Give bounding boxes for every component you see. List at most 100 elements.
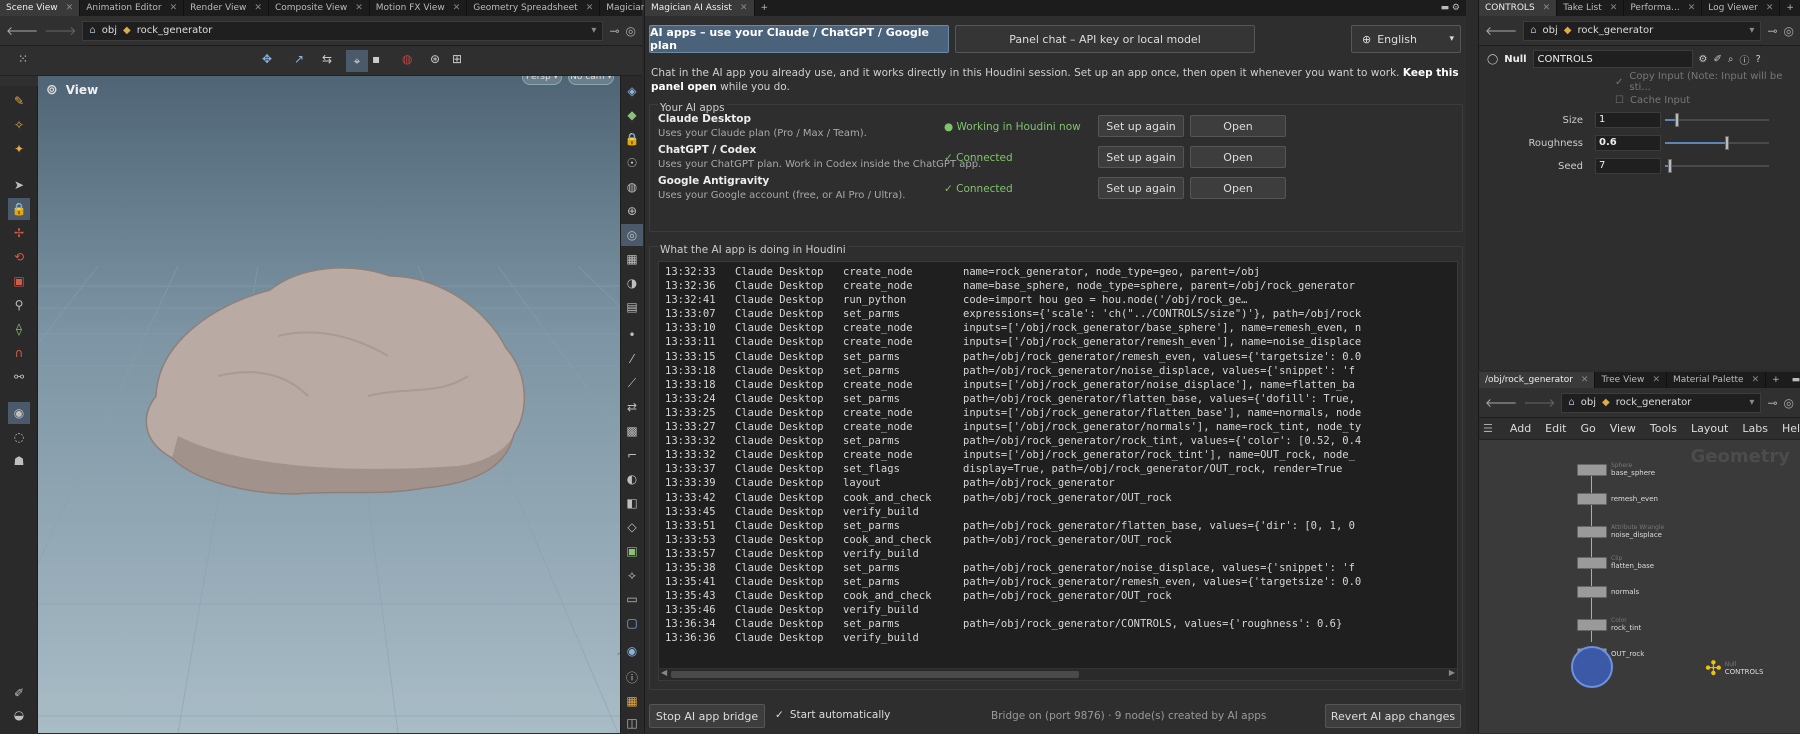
close-icon[interactable]: ✕ xyxy=(170,3,178,13)
language-select[interactable]: ⊕ English ▾ xyxy=(1351,25,1461,53)
param-tab-2[interactable]: Performa...✕ xyxy=(1624,0,1702,16)
seed-field[interactable]: 7 xyxy=(1595,158,1661,174)
close-icon[interactable]: ✕ xyxy=(355,3,363,13)
auto-start-checkbox[interactable]: ✓ Start automatically xyxy=(775,709,890,721)
back-icon[interactable]: 🡐 xyxy=(1485,23,1517,38)
roughness-field[interactable]: 0.6 xyxy=(1595,135,1661,151)
back-icon[interactable]: 🡐 xyxy=(6,23,38,38)
open-button[interactable]: Open xyxy=(1190,115,1286,137)
select-icon[interactable]: ✥ xyxy=(262,52,272,66)
display-icon-2[interactable]: ◆ xyxy=(621,104,643,126)
network-node[interactable]: remesh_even xyxy=(1577,493,1658,505)
scene-tab-0[interactable]: Scene View✕ xyxy=(0,0,80,16)
close-icon[interactable]: ✕ xyxy=(1610,3,1618,13)
handle-tool-icon[interactable]: ⟠ xyxy=(8,318,30,340)
scroll-left-icon[interactable]: ◀ xyxy=(661,668,667,677)
slider-handle[interactable] xyxy=(1725,136,1729,150)
scale-tool-icon[interactable]: ▣ xyxy=(8,270,30,292)
shelf-icon-1[interactable]: ✎ xyxy=(8,90,30,112)
info-icon[interactable]: ⓘ xyxy=(621,666,643,688)
forward-icon[interactable]: 🡒 xyxy=(1523,395,1555,410)
close-icon[interactable]: ✕ xyxy=(1752,375,1760,385)
network-canvas[interactable]: Geometry Sphere base_sphere remesh_even … xyxy=(1479,440,1800,733)
roughness-slider[interactable] xyxy=(1665,135,1769,151)
seed-slider[interactable] xyxy=(1665,158,1769,174)
move-tool-icon[interactable]: ✢ xyxy=(8,222,30,244)
search-icon[interactable]: ⌕ xyxy=(1728,54,1734,65)
camera-icon[interactable]: ⊛ xyxy=(430,52,440,66)
display-icon-24[interactable]: ◉ xyxy=(621,640,643,662)
params-path[interactable]: ⌂ obj ◆ rock_generator ▾ xyxy=(1523,21,1761,41)
render-tool-icon[interactable]: ☗ xyxy=(8,450,30,472)
scene-tab-2[interactable]: Render View✕ xyxy=(184,0,269,16)
display-icon-13[interactable]: ⟋ xyxy=(621,372,643,394)
network-menu-go[interactable]: Go xyxy=(1573,422,1602,435)
close-icon[interactable]: ✕ xyxy=(586,3,594,13)
node-name-field[interactable]: CONTROLS xyxy=(1533,50,1693,68)
network-tab-1[interactable]: Tree View✕ xyxy=(1595,372,1667,388)
magnet-tool-icon[interactable]: ∩ xyxy=(8,342,30,364)
param-tab-1[interactable]: Take List✕ xyxy=(1557,0,1624,16)
back-icon[interactable]: 🡐 xyxy=(1485,395,1517,410)
light-icon[interactable]: ⊞ xyxy=(452,52,462,66)
setup-again-button[interactable]: Set up again xyxy=(1098,115,1184,137)
scroll-right-icon[interactable]: ▶ xyxy=(1449,668,1455,677)
link-icon[interactable]: ◎ xyxy=(1784,24,1794,38)
add-tab-button[interactable]: + xyxy=(755,0,775,16)
pane-menu-icon[interactable]: ▬ ⚙ xyxy=(1435,0,1466,16)
log-hscrollbar[interactable]: ◀ ▶ xyxy=(659,668,1457,680)
forward-icon[interactable]: 🡒 xyxy=(44,23,76,38)
log-view[interactable]: 13:32:33Claude Desktopcreate_nodename=ro… xyxy=(658,261,1458,681)
close-icon[interactable]: ✕ xyxy=(740,3,748,13)
network-menu-labs[interactable]: Labs xyxy=(1735,422,1775,435)
controls-node[interactable]: ✣ Null CONTROLS xyxy=(1705,658,1763,678)
viewport[interactable]: ⊚ View Persp ▾ No cam ▾ 2 ⊥ xyxy=(38,76,620,733)
network-menu-view[interactable]: View xyxy=(1603,422,1643,435)
display-icon-16[interactable]: ⌐ xyxy=(621,444,643,466)
lock-tool-icon[interactable]: 🔒 xyxy=(8,198,30,220)
scene-tab-3[interactable]: Composite View✕ xyxy=(269,0,370,16)
network-tab-0[interactable]: /obj/rock_generator✕ xyxy=(1479,372,1595,388)
display-icon-4[interactable]: ☉ xyxy=(621,152,643,174)
size-slider[interactable] xyxy=(1665,112,1769,128)
scene-tab-1[interactable]: Animation Editor✕ xyxy=(80,0,184,16)
network-node[interactable]: Clip flatten_base xyxy=(1577,555,1654,570)
snap-icon[interactable]: ⌖ xyxy=(346,50,368,72)
tab-ai-apps[interactable]: AI apps – use your Claude / ChatGPT / Go… xyxy=(649,25,949,53)
network-menu-layout[interactable]: Layout xyxy=(1684,422,1735,435)
display-icon-18[interactable]: ◧ xyxy=(621,492,643,514)
path-dropdown-icon[interactable]: ▾ xyxy=(591,25,596,36)
stop-bridge-button[interactable]: Stop AI app bridge xyxy=(649,704,765,728)
scene-tab-5[interactable]: Geometry Spreadsheet✕ xyxy=(467,0,600,16)
setup-again-button[interactable]: Set up again xyxy=(1098,146,1184,168)
display-icon-21[interactable]: ⟡ xyxy=(621,564,643,586)
display-icon-15[interactable]: ▩ xyxy=(621,420,643,442)
record-icon[interactable]: ◍ xyxy=(402,52,412,66)
network-menu-tools[interactable]: Tools xyxy=(1643,422,1684,435)
grid-dots-icon[interactable]: ⁙ xyxy=(18,52,28,66)
display-icon-9[interactable]: ◑ xyxy=(621,272,643,294)
display-icon-1[interactable]: ◈ xyxy=(621,80,643,102)
persp-tool-icon[interactable]: ◒ xyxy=(8,704,30,726)
add-tab-button[interactable]: + xyxy=(1766,372,1786,388)
network-path[interactable]: ⌂ obj ◆ rock_generator ▾ xyxy=(1561,393,1761,413)
shelf-icon-2[interactable]: ✧ xyxy=(8,114,30,136)
tab-panel-chat[interactable]: Panel chat – API key or local model xyxy=(955,25,1255,53)
display-icon-3[interactable]: 🔒 xyxy=(621,128,643,150)
display-icon-26[interactable]: ◫ xyxy=(621,712,643,734)
network-node[interactable]: Color rock_tint xyxy=(1577,617,1641,632)
pose-tool-icon[interactable]: ⚲ xyxy=(8,294,30,316)
path-dropdown-icon[interactable]: ▾ xyxy=(1749,25,1754,36)
square-icon[interactable]: ▪ xyxy=(372,52,380,66)
slider-handle[interactable] xyxy=(1675,113,1679,127)
copy-input-row[interactable]: ✓ Copy Input (Note: Input will be sti... xyxy=(1615,72,1800,92)
display-icon-12[interactable]: ⁄ xyxy=(621,348,643,370)
param-tab-0[interactable]: CONTROLS✕ xyxy=(1479,0,1557,16)
display-icon-14[interactable]: ⇄ xyxy=(621,396,643,418)
viewer-path[interactable]: ⌂ obj ◆ rock_generator ▾ xyxy=(82,21,603,41)
log-scroll-thumb[interactable] xyxy=(671,671,1079,678)
close-icon[interactable]: ✕ xyxy=(1652,375,1660,385)
path-dropdown-icon[interactable]: ▾ xyxy=(1749,397,1754,408)
pin-icon[interactable]: ⊸ xyxy=(1767,396,1777,410)
wrench-icon[interactable]: ✐ xyxy=(1714,54,1722,65)
